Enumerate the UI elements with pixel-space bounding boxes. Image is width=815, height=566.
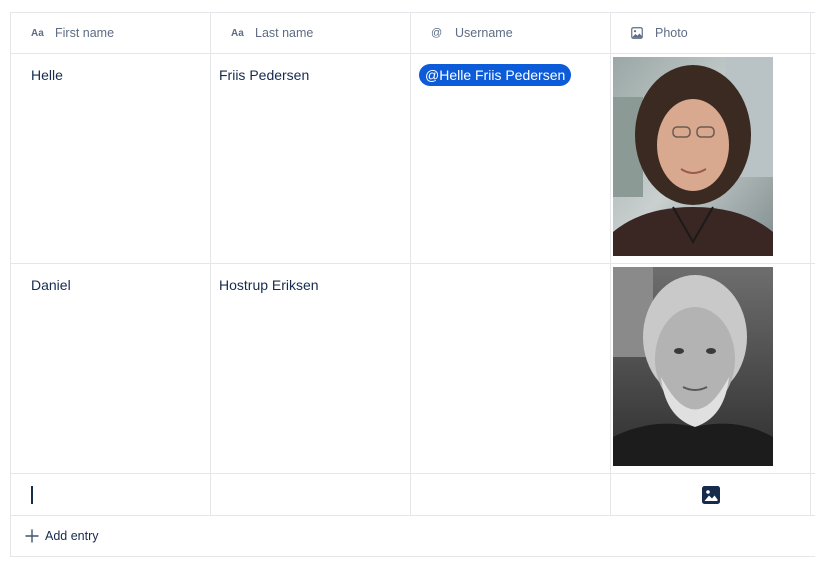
column-label: Last name bbox=[255, 26, 314, 40]
column-header-photo[interactable]: Photo bbox=[611, 13, 811, 53]
plus-icon bbox=[25, 529, 39, 543]
user-mention[interactable]: @Helle Friis Pedersen bbox=[419, 64, 572, 86]
add-entry-button[interactable]: Add entry bbox=[25, 529, 99, 543]
text-type-icon: Aa bbox=[231, 27, 244, 39]
last-name-cell[interactable]: Friis Pedersen bbox=[211, 54, 411, 263]
table-footer: Add entry bbox=[11, 516, 815, 557]
column-overflow bbox=[811, 13, 815, 53]
photo-cell[interactable] bbox=[611, 264, 811, 473]
first-name-text: Daniel bbox=[31, 277, 71, 293]
first-name-cell[interactable]: Daniel bbox=[11, 264, 211, 473]
username-cell[interactable] bbox=[411, 264, 611, 473]
photo-cell[interactable] bbox=[611, 54, 811, 263]
username-input-cell[interactable] bbox=[411, 474, 611, 515]
column-overflow bbox=[811, 474, 815, 515]
first-name-input-cell[interactable] bbox=[11, 474, 211, 515]
column-label: First name bbox=[55, 26, 115, 40]
column-label: Username bbox=[455, 26, 513, 40]
column-overflow bbox=[811, 264, 815, 473]
column-label: Photo bbox=[655, 26, 688, 40]
first-name-text: Helle bbox=[31, 67, 63, 83]
first-name-cell[interactable]: Helle bbox=[11, 54, 211, 263]
column-overflow bbox=[811, 54, 815, 263]
text-type-icon: Aa bbox=[31, 27, 44, 39]
new-entry-row bbox=[11, 474, 815, 516]
text-cursor bbox=[31, 486, 33, 504]
table-row: Daniel Hostrup Eriksen bbox=[11, 264, 815, 474]
photo-input-cell[interactable] bbox=[611, 474, 811, 515]
at-icon: @ bbox=[431, 27, 443, 39]
last-name-text: Friis Pedersen bbox=[219, 67, 310, 83]
upload-image-icon[interactable] bbox=[702, 486, 720, 504]
add-entry-label: Add entry bbox=[45, 529, 99, 543]
profile-photo[interactable] bbox=[613, 57, 773, 256]
last-name-text: Hostrup Eriksen bbox=[219, 277, 319, 293]
column-header-first-name[interactable]: Aa First name bbox=[11, 13, 211, 53]
table-row: Helle Friis Pedersen @Helle Friis Peders… bbox=[11, 54, 815, 264]
database-table: Aa First name Aa Last name @ Username Ph… bbox=[10, 12, 815, 557]
last-name-input-cell[interactable] bbox=[211, 474, 411, 515]
username-cell[interactable]: @Helle Friis Pedersen bbox=[411, 54, 611, 263]
last-name-cell[interactable]: Hostrup Eriksen bbox=[211, 264, 411, 473]
image-icon bbox=[631, 27, 647, 39]
table-header: Aa First name Aa Last name @ Username Ph… bbox=[11, 13, 815, 54]
profile-photo[interactable] bbox=[613, 267, 773, 466]
column-header-last-name[interactable]: Aa Last name bbox=[211, 13, 411, 53]
column-header-username[interactable]: @ Username bbox=[411, 13, 611, 53]
